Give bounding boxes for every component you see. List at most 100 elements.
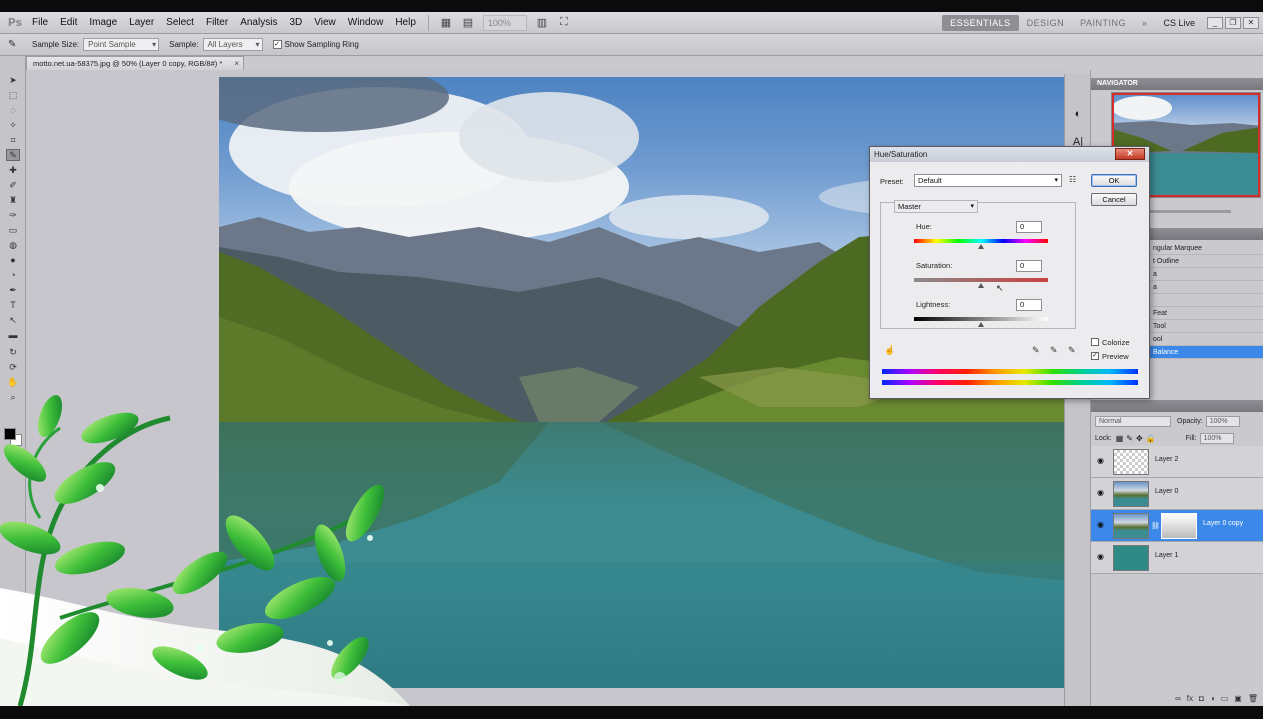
lightness-field[interactable]: 0 bbox=[1016, 299, 1042, 311]
path-selection-tool-icon[interactable]: ↖ bbox=[6, 314, 20, 326]
preview-checkbox[interactable]: ✓ bbox=[1091, 352, 1099, 360]
workspace-essentials[interactable]: ESSENTIALS bbox=[942, 14, 1019, 31]
lock-pixels-icon[interactable]: ✎ bbox=[1126, 434, 1133, 443]
menu-filter[interactable]: Filter bbox=[200, 12, 234, 34]
sample-size-select[interactable]: Point Sample bbox=[83, 38, 160, 51]
visibility-eye-icon[interactable]: ◉ bbox=[1097, 552, 1107, 562]
type-tool-icon[interactable]: T bbox=[6, 299, 20, 311]
close-window-icon[interactable]: ✕ bbox=[1243, 16, 1259, 29]
dodge-tool-icon[interactable]: ◔ bbox=[6, 269, 20, 281]
marquee-tool-icon[interactable]: ⬚ bbox=[6, 89, 20, 101]
lock-transparency-icon[interactable]: ▦ bbox=[1116, 434, 1124, 443]
zoom-level-field[interactable]: 100% bbox=[482, 14, 527, 31]
dialog-close-button[interactable]: ✕ bbox=[1115, 148, 1145, 160]
view-extras-icon[interactable]: ▤ bbox=[457, 15, 479, 31]
colorize-checkbox[interactable] bbox=[1091, 338, 1099, 346]
add-mask-icon[interactable]: ◘ bbox=[1199, 694, 1204, 703]
new-group-icon[interactable]: ▭ bbox=[1221, 694, 1229, 703]
saturation-slider-track[interactable] bbox=[914, 278, 1048, 282]
preset-options-icon[interactable]: ☷ bbox=[1069, 175, 1076, 184]
brush-tool-icon[interactable]: ✐ bbox=[6, 179, 20, 191]
menu-select[interactable]: Select bbox=[160, 12, 200, 34]
layer-row[interactable]: ◉ Layer 2 bbox=[1091, 446, 1263, 478]
lasso-tool-icon[interactable]: ◌ bbox=[6, 104, 20, 116]
minimize-icon[interactable]: _ bbox=[1207, 16, 1223, 29]
add-to-sample-eyedropper-icon[interactable]: ✎ bbox=[1050, 345, 1058, 356]
eyedropper-tool-preset-icon[interactable]: ✎ bbox=[8, 39, 22, 50]
opacity-field[interactable]: 100% bbox=[1205, 415, 1240, 427]
eraser-tool-icon[interactable]: ▭ bbox=[6, 224, 20, 236]
shape-tool-icon[interactable]: ▬ bbox=[6, 329, 20, 341]
cs-live-button[interactable]: CS Live bbox=[1163, 18, 1195, 28]
adjustment-layer-icon[interactable]: ◑ bbox=[1210, 694, 1215, 703]
menu-image[interactable]: Image bbox=[83, 12, 123, 34]
lock-position-icon[interactable]: ✥ bbox=[1136, 434, 1143, 443]
lightness-slider-thumb[interactable] bbox=[978, 322, 984, 327]
brushes-panel-icon[interactable]: ◐ bbox=[1070, 106, 1086, 122]
show-sampling-ring-checkbox[interactable]: ✓ bbox=[272, 40, 282, 49]
history-brush-tool-icon[interactable]: ✑ bbox=[6, 209, 20, 221]
input-color-spectrum bbox=[882, 369, 1138, 374]
layer-style-icon[interactable]: fx bbox=[1187, 694, 1193, 703]
menu-view[interactable]: View bbox=[308, 12, 342, 34]
visibility-eye-icon[interactable]: ◉ bbox=[1097, 456, 1107, 466]
menu-3d[interactable]: 3D bbox=[283, 12, 308, 34]
restore-icon[interactable]: ❐ bbox=[1225, 16, 1241, 29]
layers-panel-header[interactable] bbox=[1091, 400, 1263, 412]
hue-slider-track[interactable] bbox=[914, 239, 1048, 243]
menu-layer[interactable]: Layer bbox=[123, 12, 160, 34]
layer-mask-thumbnail[interactable] bbox=[1161, 513, 1197, 539]
quick-selection-tool-icon[interactable]: ✧ bbox=[6, 119, 20, 131]
link-layers-icon[interactable]: ∞ bbox=[1175, 694, 1181, 703]
blend-mode-select[interactable]: Normal bbox=[1095, 415, 1171, 427]
eyedropper-icon[interactable]: ✎ bbox=[1032, 345, 1040, 356]
visibility-eye-icon[interactable]: ◉ bbox=[1097, 488, 1107, 498]
menu-edit[interactable]: Edit bbox=[54, 12, 83, 34]
hand-tool-icon[interactable]: ✋ bbox=[6, 376, 20, 388]
launch-bridge-icon[interactable]: ▦ bbox=[435, 15, 457, 31]
menu-window[interactable]: Window bbox=[342, 12, 390, 34]
preset-select[interactable]: Default ▾ bbox=[914, 174, 1062, 187]
subtract-from-sample-eyedropper-icon[interactable]: ✎ bbox=[1068, 345, 1076, 356]
blur-tool-icon[interactable]: ● bbox=[6, 254, 20, 266]
saturation-field[interactable]: 0 bbox=[1016, 260, 1042, 272]
ok-button[interactable]: OK bbox=[1091, 174, 1137, 187]
3d-rotate-tool-icon[interactable]: ↻ bbox=[6, 346, 20, 358]
hue-slider-thumb[interactable] bbox=[978, 244, 984, 249]
lightness-slider-track[interactable] bbox=[914, 317, 1048, 321]
menu-file[interactable]: File bbox=[26, 12, 54, 34]
menu-help[interactable]: Help bbox=[389, 12, 422, 34]
cancel-button[interactable]: Cancel bbox=[1091, 193, 1137, 206]
on-image-adjust-hand-icon[interactable]: ☝ bbox=[884, 345, 895, 356]
navigator-panel-header[interactable]: NAVIGATOR bbox=[1091, 78, 1263, 90]
dialog-title-bar[interactable]: Hue/Saturation bbox=[870, 147, 1149, 162]
arrange-documents-icon[interactable]: ▥ bbox=[531, 15, 553, 31]
screen-mode-icon[interactable]: ⛶ bbox=[553, 15, 575, 31]
move-tool-icon[interactable]: ➤ bbox=[6, 74, 20, 86]
lock-all-icon[interactable]: 🔒 bbox=[1146, 434, 1156, 443]
healing-brush-tool-icon[interactable]: ✚ bbox=[6, 164, 20, 176]
layer-row[interactable]: ◉ Layer 1 bbox=[1091, 542, 1263, 574]
more-workspaces-button[interactable]: » bbox=[1134, 15, 1156, 31]
saturation-slider-thumb[interactable] bbox=[978, 283, 984, 288]
pen-tool-icon[interactable]: ✒ bbox=[6, 284, 20, 296]
layer-row-selected[interactable]: ◉ ⛓ Layer 0 copy bbox=[1091, 510, 1263, 542]
fill-field[interactable]: 100% bbox=[1199, 432, 1234, 444]
3d-orbit-tool-icon[interactable]: ⟳ bbox=[6, 361, 20, 373]
menu-analysis[interactable]: Analysis bbox=[234, 12, 283, 34]
channel-select[interactable]: Master ▾ bbox=[894, 200, 978, 213]
close-document-icon[interactable]: × bbox=[234, 57, 239, 70]
new-layer-icon[interactable]: ▣ bbox=[1234, 694, 1242, 703]
workspace-painting[interactable]: PAINTING bbox=[1072, 15, 1134, 31]
paint-bucket-tool-icon[interactable]: ◍ bbox=[6, 239, 20, 251]
eyedropper-tool-icon[interactable]: ✎ bbox=[6, 149, 20, 161]
layer-row[interactable]: ◉ Layer 0 bbox=[1091, 478, 1263, 510]
document-tab[interactable]: motto.net.ua-58375.jpg @ 50% (Layer 0 co… bbox=[26, 56, 244, 70]
delete-layer-icon[interactable]: 🗑 bbox=[1248, 694, 1258, 703]
clone-stamp-tool-icon[interactable]: ♜ bbox=[6, 194, 20, 206]
workspace-design[interactable]: DESIGN bbox=[1019, 15, 1073, 31]
crop-tool-icon[interactable]: ⌗ bbox=[6, 134, 20, 146]
visibility-eye-icon[interactable]: ◉ bbox=[1097, 520, 1107, 530]
hue-field[interactable]: 0 bbox=[1016, 221, 1042, 233]
sample-select[interactable]: All Layers bbox=[202, 38, 263, 51]
